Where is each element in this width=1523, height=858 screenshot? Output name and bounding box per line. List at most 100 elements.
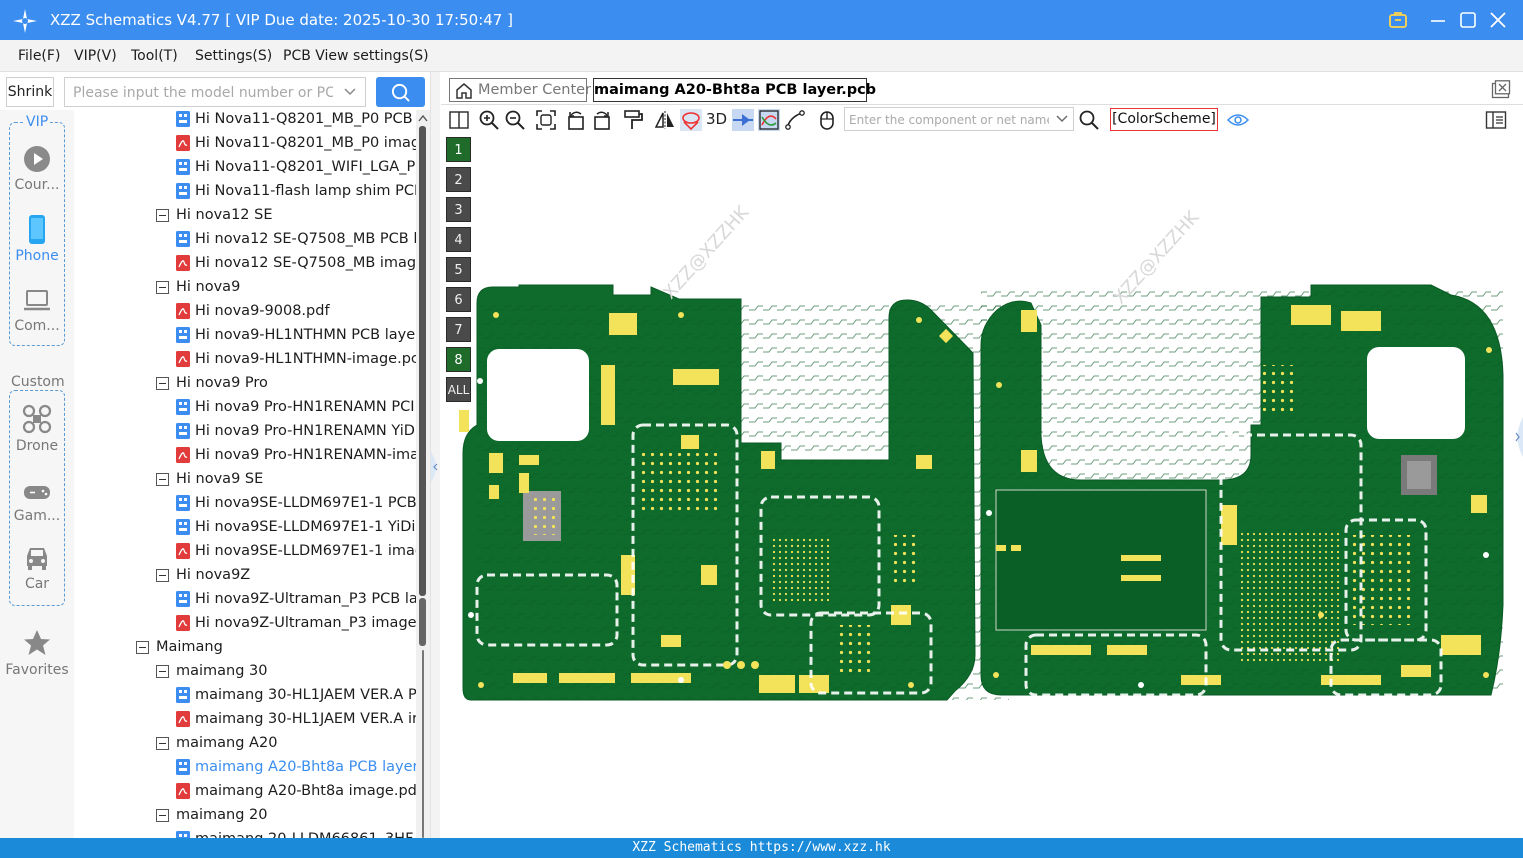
tree-file[interactable]: Hi nova9Z-Ultraman_P3 image.p — [76, 612, 416, 636]
board-flip-icon[interactable] — [680, 109, 702, 131]
tree-file[interactable]: Hi nova9SE-LLDM697E1-1 YiDia — [76, 516, 416, 540]
canvas-edge-handle[interactable] — [1512, 135, 1523, 835]
color-scheme-button[interactable]: [ColorScheme] — [1110, 108, 1218, 131]
tree-folder[interactable]: Maimang — [76, 636, 416, 660]
trace-route-icon[interactable] — [784, 109, 806, 131]
tree-file[interactable]: Hi nova9SE-LLDM697E1-1 PCB — [76, 492, 416, 516]
component-search-input[interactable] — [849, 111, 1049, 129]
category-favorites[interactable]: Favorites — [0, 628, 74, 680]
collapse-toggle-icon[interactable] — [156, 473, 169, 486]
minimize-icon[interactable] — [1426, 8, 1450, 32]
tree-label: maimang A20-Bht8a image.pdf — [195, 783, 416, 799]
tree-file[interactable]: Hi nova12 SE-Q7508_MB PCB la — [76, 228, 416, 252]
tree-file[interactable]: Hi nova12 SE-Q7508_MB image — [76, 252, 416, 276]
tree-file[interactable]: Hi Nova11-Q8201_WIFI_LGA_P1 — [76, 156, 416, 180]
tree-file[interactable]: Hi nova9SE-LLDM697E1-1 imag — [76, 540, 416, 564]
tree-file[interactable]: Hi nova9 Pro-HN1RENAMN YiD — [76, 420, 416, 444]
rotate-right-icon[interactable] — [591, 109, 613, 131]
chevron-down-icon[interactable] — [1055, 112, 1069, 126]
mouse-mode-icon[interactable] — [816, 109, 838, 131]
panel-splitter[interactable] — [430, 72, 440, 838]
camera-cutout — [1367, 347, 1465, 439]
category-game[interactable]: Gam... — [0, 482, 74, 526]
camera-cutout — [487, 349, 589, 441]
tree-file[interactable]: Hi nova9 Pro-HN1RENAMN-ima — [76, 444, 416, 468]
side-panel-icon[interactable] — [1485, 109, 1507, 131]
maximize-icon[interactable] — [1456, 8, 1480, 32]
fit-view-icon[interactable] — [535, 109, 557, 131]
vip-bag-icon[interactable] — [1386, 8, 1410, 32]
tree-folder[interactable]: Hi nova12 SE — [76, 204, 416, 228]
category-phone[interactable]: Phone — [0, 214, 74, 266]
category-computer[interactable]: Com... — [0, 286, 74, 338]
category-drone[interactable]: Drone — [0, 404, 74, 456]
window-title: XZZ Schematics V4.77 [ VIP Due date: 202… — [50, 11, 513, 29]
tab-member-center[interactable]: Member Center — [449, 78, 591, 102]
menu-settings[interactable]: Settings(S) — [195, 48, 272, 64]
net-highlight-icon[interactable] — [758, 109, 780, 131]
component-search-icon[interactable] — [1078, 109, 1100, 131]
tree-file[interactable]: maimang A20-Bht8a image.pdf — [76, 780, 416, 804]
tree-file[interactable]: Hi Nova11-flash lamp shim PCB — [76, 180, 416, 204]
tree-folder[interactable]: Hi nova9 Pro — [76, 372, 416, 396]
zoom-out-icon[interactable] — [504, 109, 526, 131]
rotate-left-icon[interactable] — [565, 109, 587, 131]
tree-folder[interactable]: maimang 20 — [76, 804, 416, 828]
tree-folder[interactable]: Hi nova9Z — [76, 564, 416, 588]
category-car[interactable]: Car — [0, 544, 74, 596]
probe-icon[interactable] — [622, 109, 644, 131]
tree-file[interactable]: Hi nova9-HL1NTHMN-image.pc — [76, 348, 416, 372]
tree-file[interactable]: Hi Nova11-Q8201_MB_P0 image — [76, 132, 416, 156]
tree-file[interactable]: Hi nova9-9008.pdf — [76, 300, 416, 324]
eye-icon[interactable] — [1227, 109, 1249, 131]
collapse-toggle-icon[interactable] — [156, 377, 169, 390]
collapse-toggle-icon[interactable] — [156, 809, 169, 822]
tree-file[interactable]: Hi Nova11-Q8201_MB_P0 PCB l — [76, 110, 416, 132]
menu-file[interactable]: File(F) — [18, 48, 60, 64]
tree-folder[interactable]: Hi nova9 — [76, 276, 416, 300]
mirror-icon[interactable] — [654, 109, 676, 131]
search-button[interactable] — [376, 77, 425, 107]
tree-file[interactable]: maimang 30-HL1JAEM VER.A P — [76, 684, 416, 708]
close-icon[interactable] — [1486, 8, 1510, 32]
collapse-right-icon[interactable] — [1512, 417, 1523, 457]
collapse-toggle-icon[interactable] — [156, 737, 169, 750]
close-tab-icon[interactable] — [1491, 80, 1511, 99]
category-courses[interactable]: Cour... — [0, 144, 74, 196]
tree-scrollbar-thumb[interactable] — [419, 598, 426, 646]
split-view-icon[interactable] — [448, 109, 470, 131]
collapse-toggle-icon[interactable] — [156, 281, 169, 294]
pcb-canvas[interactable]: XZZ@XZZHK XZZ@XZZHK — [441, 135, 1511, 835]
collapse-toggle-icon[interactable] — [136, 641, 149, 654]
menu-vip[interactable]: VIP(V) — [74, 48, 117, 64]
tree-file[interactable]: maimang 30-HL1JAEM VER.A ir — [76, 708, 416, 732]
tree-folder[interactable]: Hi nova9 SE — [76, 468, 416, 492]
tree-label: Hi nova9Z-Ultraman_P3 image.p — [195, 615, 416, 631]
tree-folder[interactable]: maimang A20 — [76, 732, 416, 756]
pcb-file-icon — [176, 687, 190, 703]
collapse-left-icon[interactable] — [431, 452, 441, 482]
tab-active-pcb[interactable]: maimang A20-Bht8a PCB layer.pcb — [593, 78, 876, 102]
tree-label: Hi nova9 Pro-HN1RENAMN YiD — [195, 423, 415, 439]
tree-file[interactable]: Hi nova9Z-Ultraman_P3 PCB lay — [76, 588, 416, 612]
tree-label: Hi Nova11-flash lamp shim PCB — [195, 183, 416, 199]
tree-file[interactable]: maimang A20-Bht8a PCB layer.p — [76, 756, 416, 780]
tree-file[interactable]: Hi nova9 Pro-HN1RENAMN PCI — [76, 396, 416, 420]
chevron-down-icon[interactable] — [343, 85, 357, 99]
model-search-input[interactable] — [73, 83, 333, 103]
collapse-toggle-icon[interactable] — [156, 209, 169, 222]
scroll-up-icon[interactable] — [418, 114, 428, 122]
collapse-toggle-icon[interactable] — [156, 665, 169, 678]
tree-scrollbar[interactable] — [416, 110, 430, 838]
view-3d-button[interactable]: 3D — [706, 110, 727, 128]
pin-select-icon[interactable] — [732, 109, 754, 131]
zoom-in-icon[interactable] — [478, 109, 500, 131]
menu-tool[interactable]: Tool(T) — [131, 48, 178, 64]
category-label: Com... — [14, 318, 60, 334]
menu-pcb-view-settings[interactable]: PCB View settings(S) — [283, 48, 429, 64]
tree-file[interactable]: maimang 20-LLDM66861_3HF_F — [76, 828, 416, 838]
tree-file[interactable]: Hi nova9-HL1NTHMN PCB layer — [76, 324, 416, 348]
collapse-toggle-icon[interactable] — [156, 569, 169, 582]
tree-folder[interactable]: maimang 30 — [76, 660, 416, 684]
shrink-button[interactable]: Shrink — [6, 77, 54, 107]
